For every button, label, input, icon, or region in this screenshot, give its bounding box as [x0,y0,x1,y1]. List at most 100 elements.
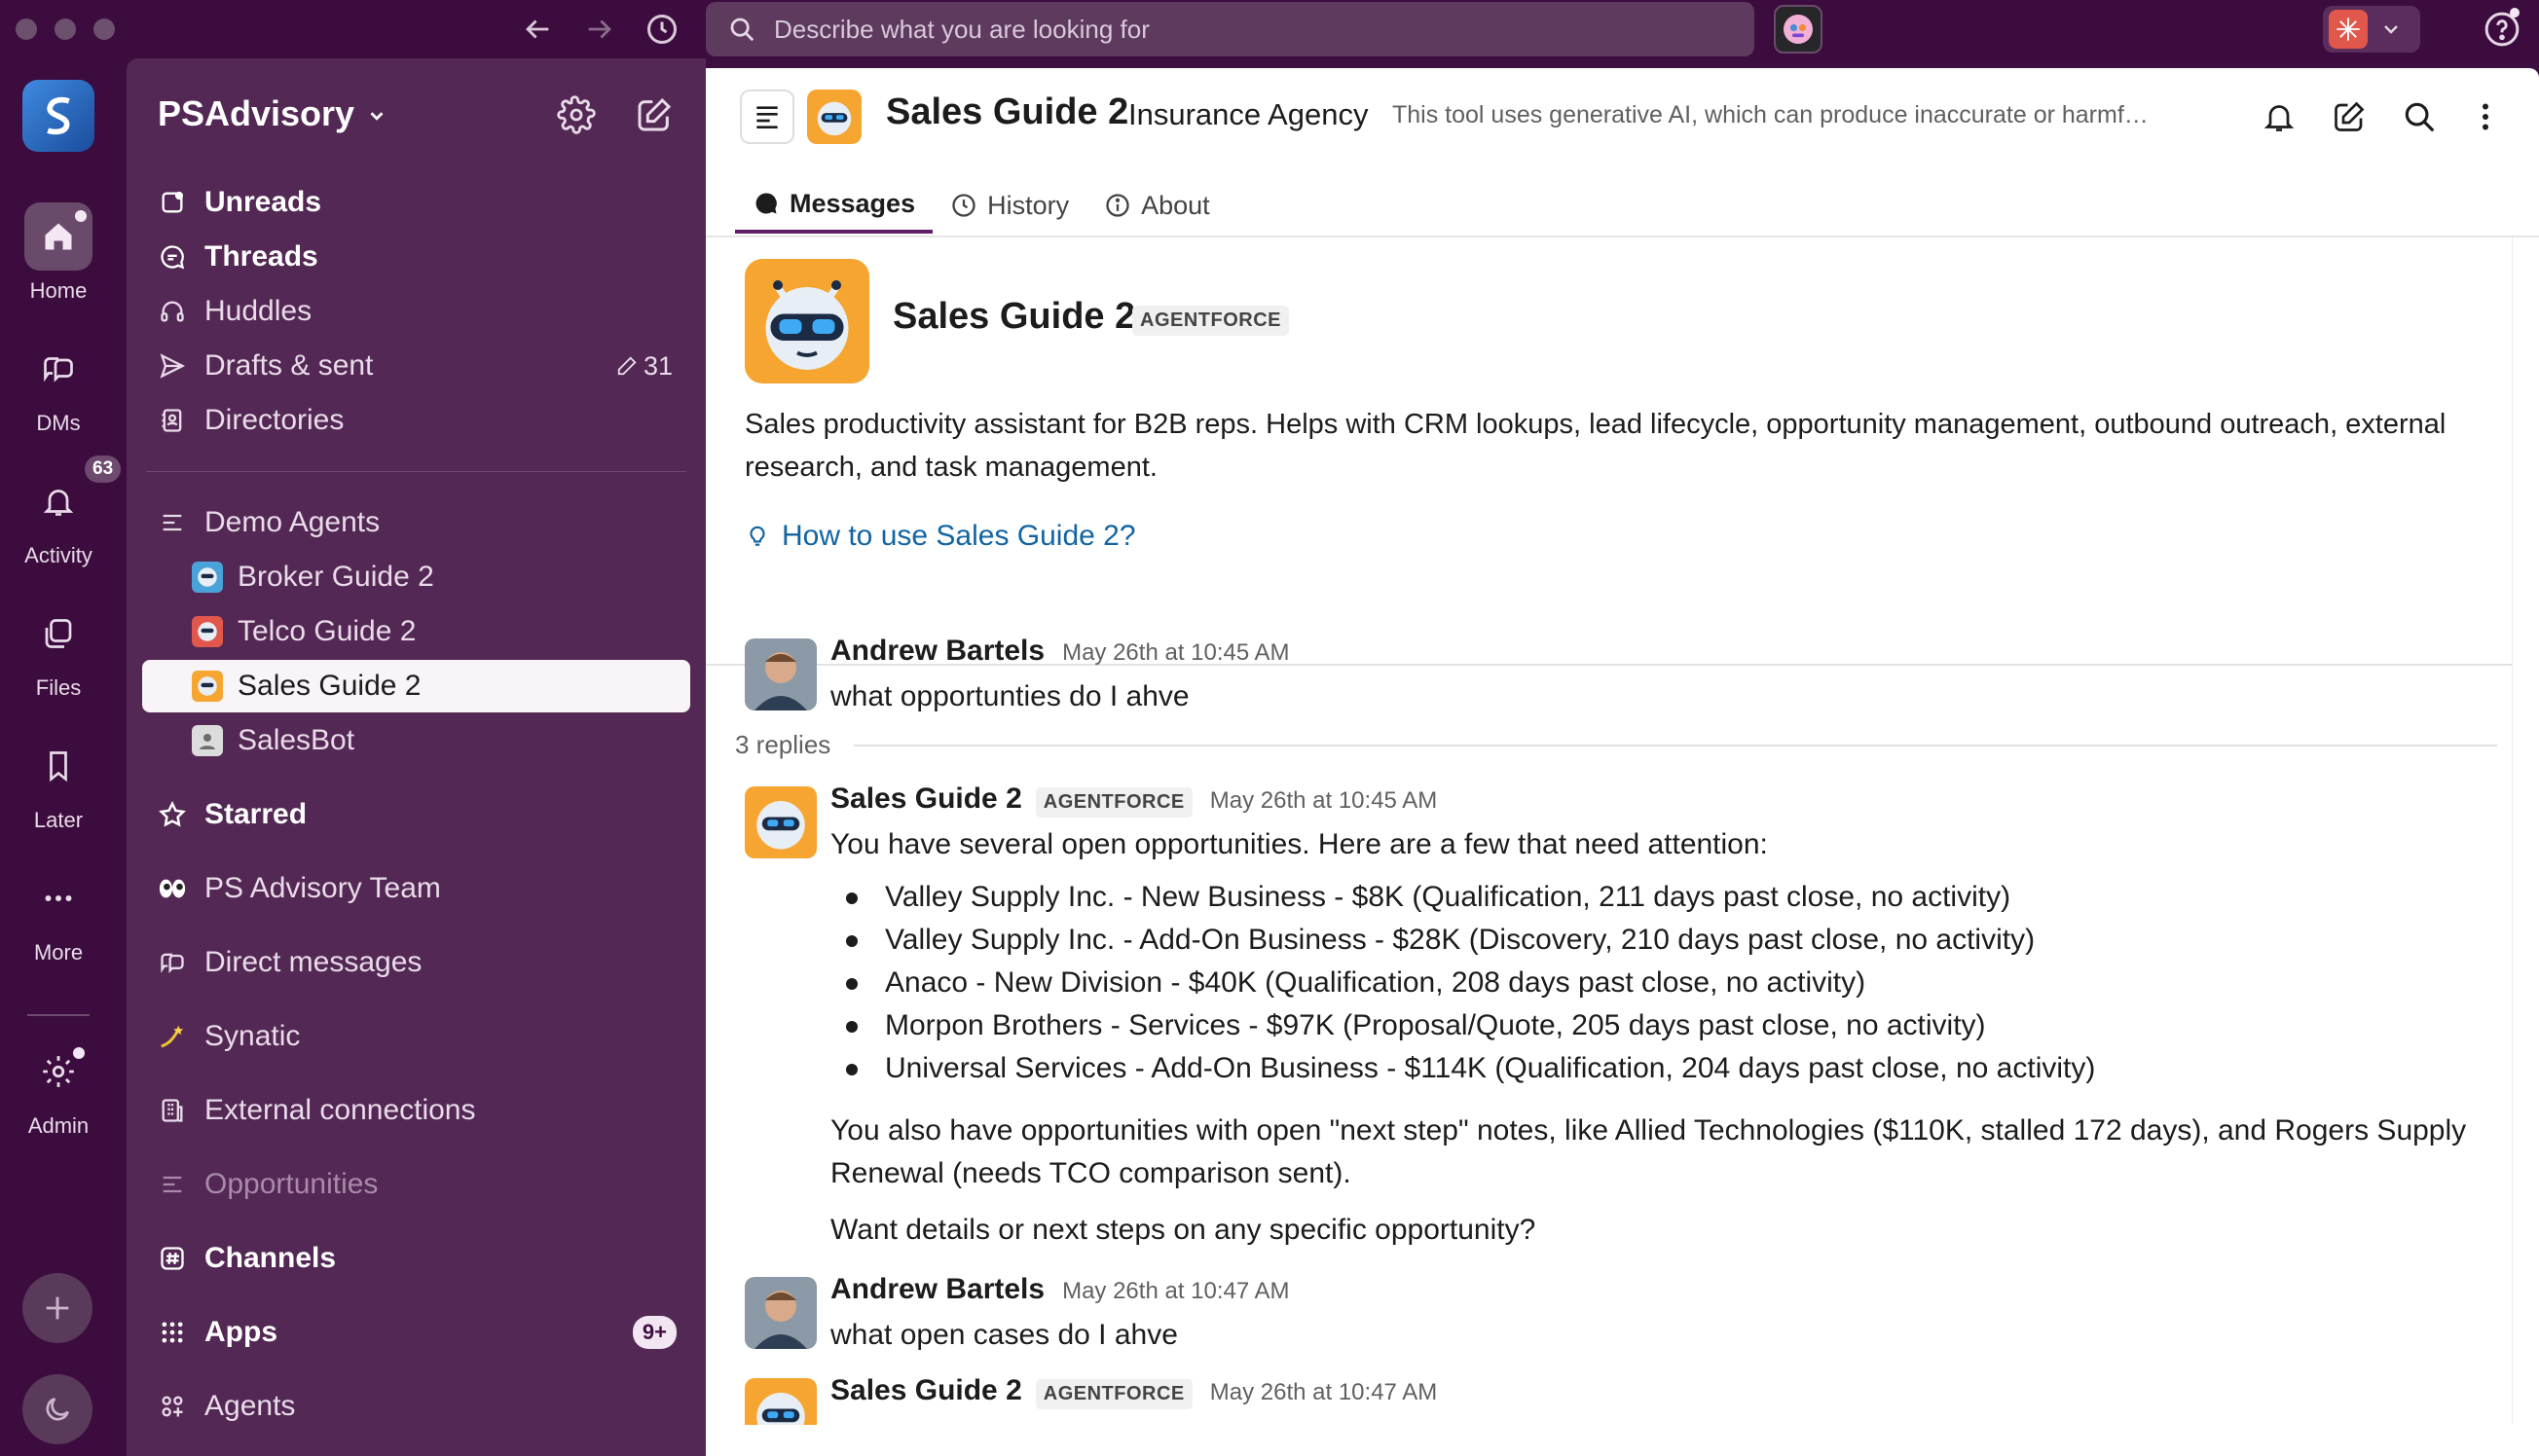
forward-arrow-icon[interactable] [580,10,619,49]
replies-count: 3 replies [735,730,831,759]
agent-name: Sales Guide 2 [893,296,1136,337]
kebab-menu-icon[interactable] [2458,90,2513,144]
sidebar-section-starred[interactable]: Starred [142,788,690,841]
robot-avatar-icon [191,562,224,593]
sidebar-item-label: PS Advisory Team [204,872,441,904]
rail-home[interactable]: Home [0,202,117,304]
sidebar-item-drafts[interactable]: Drafts & sent 31 [142,340,690,392]
workspace-logo[interactable] [22,80,94,152]
scrollbar[interactable] [2512,237,2539,1456]
sidebar-item-unreads[interactable]: Unreads [142,176,690,229]
tab-label: Messages [790,188,916,218]
sidebar-item-label: Synatic [204,1020,301,1052]
user-avatar-icon [191,725,224,756]
thread-replies[interactable]: 3 replies [735,730,2497,760]
message-timestamp[interactable]: May 26th at 10:45 AM [1210,787,1437,815]
window-close-button[interactable] [16,18,37,40]
rail-more[interactable]: More [0,864,117,965]
workspace-switcher[interactable]: PSAdvisory [158,93,387,134]
sidebar-section-demo-agents[interactable]: Demo Agents [142,496,690,549]
channel-tabs: Messages History About [735,177,1228,236]
rail-files-label: Files [35,675,82,700]
bell-icon: 63 [24,455,122,535]
sidebar-item-huddles[interactable]: Huddles [142,285,690,338]
add-workspace-button[interactable] [22,1273,92,1343]
help-icon[interactable] [2483,8,2521,49]
sidebar-item-label: Threads [204,240,318,273]
search-icon[interactable] [2392,90,2447,144]
sidebar-item-telco-guide[interactable]: Telco Guide 2 [142,605,690,658]
canvas-list-icon[interactable] [740,90,794,144]
sidebar-section-ps-advisory-team[interactable]: PS Advisory Team [142,862,690,915]
list-item: Anaco - New Division - $40K (Qualificati… [830,962,2095,1004]
search-bar[interactable]: Describe what you are looking for [706,2,1754,56]
ai-assistant-icon[interactable] [1774,5,1822,54]
sidebar-section-apps[interactable]: Apps 9+ [142,1306,690,1359]
message-author[interactable]: Andrew Bartels [830,1273,1045,1306]
search-placeholder: Describe what you are looking for [774,14,1150,44]
history-clock-icon[interactable] [643,10,681,49]
message-text: You have several open opportunities. Her… [830,828,1768,860]
agentforce-badge: AGENTFORCE [1132,306,1289,336]
back-arrow-icon[interactable] [518,10,557,49]
message-timestamp[interactable]: May 26th at 10:45 AM [1062,639,1289,667]
unreads-icon [158,189,187,216]
dark-mode-moon-icon[interactable] [22,1374,92,1444]
sidebar-item-label: Directories [204,404,345,436]
tab-messages[interactable]: Messages [735,177,934,234]
sidebar-section-channels[interactable]: Channels [142,1232,690,1285]
title-bar: Describe what you are looking for [0,0,2539,58]
agent-intro: Sales Guide 2 AGENTFORCE Sales productiv… [706,237,2512,666]
user-menu[interactable] [2323,6,2420,53]
compose-icon[interactable] [2322,90,2376,144]
rail-admin[interactable]: Admin [0,1037,117,1139]
robot-avatar-icon [191,671,224,702]
agent-description: Sales productivity assistant for B2B rep… [745,409,2447,483]
dms-icon [158,949,187,976]
window-zoom-button[interactable] [93,18,115,40]
sidebar-item-threads[interactable]: Threads [142,231,690,283]
section-lines-icon [158,1171,187,1198]
message-header: Sales Guide 2 AGENTFORCE May 26th at 10:… [830,1374,1437,1409]
search-icon [727,15,756,44]
rail-later[interactable]: Later [0,732,117,833]
sidebar-section-external-connections[interactable]: External connections [142,1084,690,1137]
sidebar-section-opportunities[interactable]: Opportunities [142,1158,690,1211]
message-timestamp[interactable]: May 26th at 10:47 AM [1210,1379,1437,1406]
how-to-use-link[interactable]: How to use Sales Guide 2? [745,520,1136,553]
sidebar-section-agents[interactable]: Agents [142,1380,690,1433]
sidebar-item-broker-guide[interactable]: Broker Guide 2 [142,551,690,603]
message-author[interactable]: Sales Guide 2 [830,783,1022,816]
sidebar-item-salesbot[interactable]: SalesBot [142,714,690,767]
send-icon [158,352,187,380]
rail-dms[interactable]: DMs [0,335,117,436]
new-message-icon[interactable] [635,95,674,134]
rail-divider [27,1014,90,1016]
sidebar-item-directories[interactable]: Directories [142,394,690,447]
window-minimize-button[interactable] [55,18,76,40]
drafts-count-value: 31 [643,350,673,381]
sidebar-section-synatic[interactable]: Synatic [142,1010,690,1063]
how-to-use-link-label: How to use Sales Guide 2? [782,520,1136,552]
rail-files[interactable]: Files [0,600,117,701]
channel-pane: Sales Guide 2 Insurance Agency This tool… [706,68,2539,1456]
sidebar-item-sales-guide[interactable]: Sales Guide 2 [142,660,690,712]
rail-later-label: Later [33,808,84,832]
message-author[interactable]: Andrew Bartels [830,635,1045,668]
directories-icon [158,407,187,434]
rail-activity[interactable]: 63 Activity [0,455,122,568]
files-icon [24,600,92,668]
sidebar-section-direct-messages[interactable]: Direct messages [142,936,690,989]
settings-gear-icon[interactable] [557,95,596,134]
section-lines-icon [158,509,187,536]
notifications-bell-icon[interactable] [2252,90,2306,144]
message-timestamp[interactable]: May 26th at 10:47 AM [1062,1278,1289,1305]
activity-badge: 63 [85,455,122,483]
tab-about[interactable]: About [1086,177,1228,234]
rail-dms-label: DMs [36,411,81,435]
tab-history[interactable]: History [933,177,1086,234]
message-author[interactable]: Sales Guide 2 [830,1374,1022,1407]
user-avatar [745,638,817,710]
sidebar: PSAdvisory Unreads Threads Huddles Draft… [127,58,706,1456]
channel-title[interactable]: Sales Guide 2 [886,91,1128,133]
